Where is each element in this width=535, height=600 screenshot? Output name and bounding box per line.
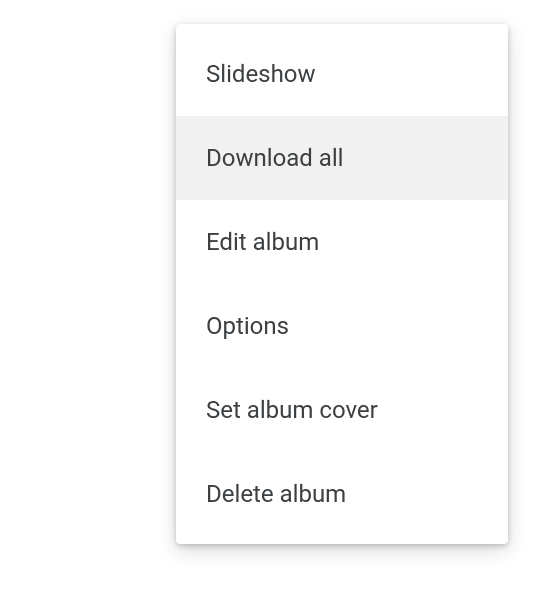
menu-item-slideshow[interactable]: Slideshow: [176, 32, 508, 116]
menu-item-label: Download all: [206, 144, 344, 172]
menu-item-label: Slideshow: [206, 60, 316, 88]
menu-item-label: Edit album: [206, 228, 319, 256]
menu-item-download-all[interactable]: Download all: [176, 116, 508, 200]
menu-item-delete-album[interactable]: Delete album: [176, 452, 508, 536]
menu-item-label: Delete album: [206, 480, 346, 508]
menu-item-edit-album[interactable]: Edit album: [176, 200, 508, 284]
menu-item-label: Options: [206, 312, 289, 340]
menu-item-options[interactable]: Options: [176, 284, 508, 368]
menu-item-label: Set album cover: [206, 396, 378, 424]
context-menu: Slideshow Download all Edit album Option…: [176, 24, 508, 544]
menu-item-set-album-cover[interactable]: Set album cover: [176, 368, 508, 452]
